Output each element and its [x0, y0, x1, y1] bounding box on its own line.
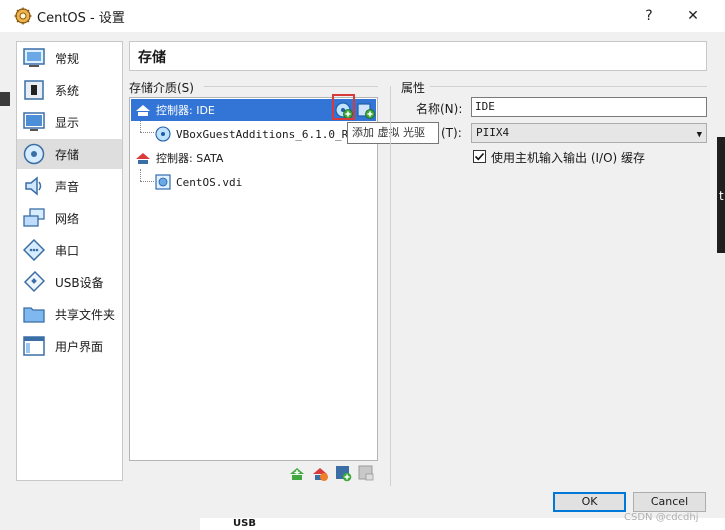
tree-item-centos-vdi[interactable]: CentOS.vdi [131, 171, 376, 193]
group-divider [430, 86, 707, 87]
window-title: CentOS - 设置 [37, 11, 125, 26]
user-interface-icon [23, 336, 45, 356]
audio-icon [25, 176, 42, 196]
cancel-button[interactable]: Cancel [633, 492, 706, 512]
virtualbox-gear-icon [14, 7, 32, 25]
tree-item-sata-controller[interactable]: 控制器: SATA [131, 147, 376, 169]
general-icon [23, 48, 45, 67]
tooltip: 添加 虚拟 光驱 [347, 122, 439, 144]
nav-item-system[interactable]: 系统 [17, 75, 122, 105]
hard-disk-icon [155, 174, 171, 190]
type-select[interactable]: PIIX4 ▼ [471, 123, 707, 143]
host-io-cache-checkbox[interactable] [473, 150, 486, 163]
name-label: 名称(N): [416, 102, 463, 116]
chevron-down-icon: ▼ [696, 130, 702, 140]
storage-icon [23, 143, 45, 165]
nav-item-network[interactable]: 网络 [17, 203, 122, 233]
check-icon [474, 152, 485, 161]
ok-button[interactable]: OK [553, 492, 626, 512]
optical-disc-icon [155, 126, 171, 142]
group-divider [204, 86, 378, 87]
storage-media-label: 存储介质(S) [129, 81, 194, 95]
close-button[interactable]: ✕ [671, 0, 715, 32]
watermark: CSDN @cdcdhj [624, 512, 699, 523]
tree-item-guest-additions[interactable]: VBoxGuestAdditions_6.1.0_RC1 [131, 123, 376, 145]
panel-separator [390, 86, 391, 486]
page-title: 存储 [138, 50, 166, 66]
name-input[interactable]: IDE [471, 97, 707, 117]
add-controller-icon[interactable] [288, 464, 306, 482]
nav-item-general[interactable]: 常规 [17, 43, 122, 73]
display-icon [23, 112, 45, 131]
add-hard-disk-icon[interactable] [357, 101, 375, 119]
system-icon [24, 80, 44, 100]
remove-controller-icon[interactable] [311, 464, 329, 482]
nav-item-serial[interactable]: 串口 [17, 235, 122, 265]
type-label: (T): [441, 126, 462, 140]
attributes-label: 属性 [401, 81, 426, 95]
serial-port-icon [23, 239, 45, 261]
shared-folder-icon [23, 307, 45, 323]
storage-tree[interactable]: 控制器: IDE VBoxGuestAdditions_6.1.0_RC1 控制… [129, 97, 378, 461]
host-io-cache-label: 使用主机输入输出 (I/O) 缓存 [491, 151, 646, 165]
usb-icon [23, 271, 45, 293]
page-title-bar: 存储 [129, 41, 707, 71]
settings-nav: 常规 系统 显示 存储 声音 网络 串口 USB设备 共享文件夹 用户界面 [16, 41, 123, 481]
nav-item-user-interface[interactable]: 用户界面 [17, 331, 122, 361]
help-button[interactable]: ? [627, 0, 671, 32]
background-window-peek-right: t [717, 137, 725, 253]
highlight-annotation [332, 94, 355, 120]
background-window-peek [0, 92, 10, 106]
network-icon [23, 208, 45, 227]
nav-item-shared-folders[interactable]: 共享文件夹 [17, 299, 122, 329]
nav-item-storage[interactable]: 存储 [17, 139, 122, 169]
nav-item-audio[interactable]: 声音 [17, 171, 122, 201]
remove-attachment-icon[interactable] [357, 464, 375, 482]
nav-item-display[interactable]: 显示 [17, 107, 122, 137]
controller-icon [136, 105, 150, 116]
controller-icon [136, 153, 150, 164]
add-attachment-icon[interactable] [334, 464, 352, 482]
title-bar: CentOS - 设置 ? ✕ [0, 0, 725, 32]
nav-item-usb[interactable]: USB设备 [17, 267, 122, 297]
